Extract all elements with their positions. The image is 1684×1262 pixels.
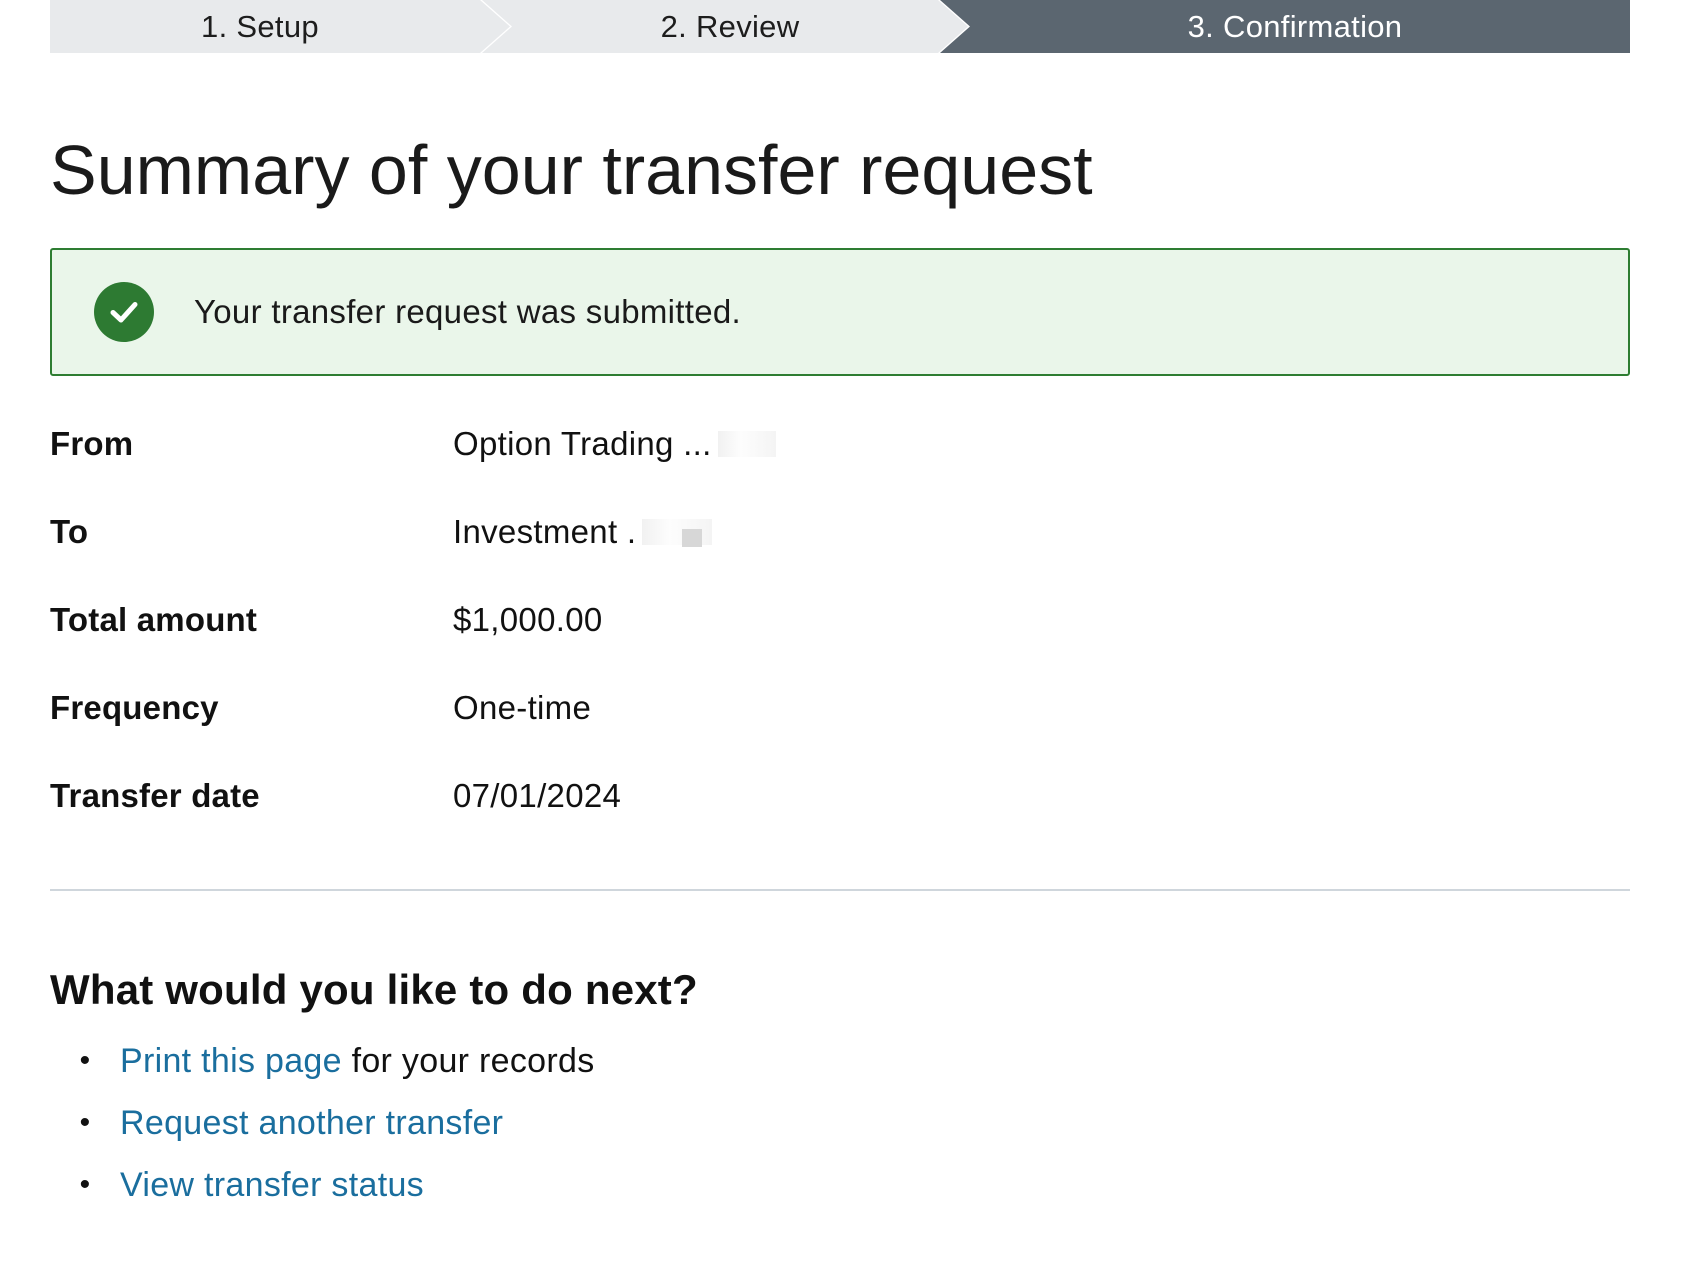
list-item: • Print this page for your records	[50, 1030, 595, 1092]
detail-value: Option Trading ...	[453, 425, 776, 463]
step-label: 2. Review	[660, 8, 800, 44]
detail-row-to: To Investment .	[50, 488, 1630, 576]
step-setup: 1. Setup	[50, 0, 510, 53]
next-steps-heading: What would you like to do next?	[50, 966, 698, 1013]
checkmark-glyph	[110, 302, 138, 323]
step-label: 1. Setup	[201, 8, 319, 44]
detail-label: Total amount	[50, 601, 258, 638]
request-another-transfer-link[interactable]: Request another transfer	[120, 1104, 503, 1143]
section-divider	[50, 889, 1630, 891]
list-item: • Request another transfer	[50, 1092, 595, 1154]
step-review: 2. Review	[482, 0, 968, 53]
detail-value: 07/01/2024	[453, 777, 622, 814]
bullet-icon: •	[79, 1044, 91, 1077]
banner-message: Your transfer request was submitted.	[194, 293, 742, 330]
detail-row-total-amount: Total amount $1,000.00	[50, 576, 1630, 664]
bullet-icon: •	[79, 1168, 91, 1201]
view-transfer-status-link[interactable]: View transfer status	[120, 1166, 424, 1205]
list-item: • View transfer status	[50, 1154, 595, 1216]
step-label: 3. Confirmation	[1187, 8, 1403, 44]
redacted-account-number	[642, 519, 713, 547]
transfer-details: From Option Trading ... To Investment . …	[50, 400, 1630, 840]
print-page-suffix: for your records	[341, 1041, 595, 1080]
detail-label: Frequency	[50, 689, 219, 726]
detail-value: One-time	[453, 689, 592, 726]
detail-value: $1,000.00	[453, 601, 603, 638]
transfer-confirmation-page: 1. Setup 2. Review 3. Confirmation Summa…	[50, 0, 1630, 1204]
page-title: Summary of your transfer request	[50, 131, 1093, 209]
step-confirmation: 3. Confirmation	[940, 0, 1630, 53]
detail-label: To	[50, 513, 89, 550]
detail-row-transfer-date: Transfer date 07/01/2024	[50, 752, 1630, 840]
detail-label: Transfer date	[50, 777, 260, 814]
redacted-account-number	[717, 431, 776, 457]
detail-label: From	[50, 425, 134, 462]
detail-row-from: From Option Trading ...	[50, 400, 1630, 488]
next-steps-list: • Print this page for your records • Req…	[50, 1030, 595, 1216]
bullet-icon: •	[79, 1106, 91, 1139]
success-banner: Your transfer request was submitted.	[50, 248, 1630, 376]
progress-stepper: 1. Setup 2. Review 3. Confirmation	[50, 0, 1630, 53]
detail-value: Investment .	[453, 513, 713, 551]
print-page-link[interactable]: Print this page	[120, 1042, 342, 1081]
to-account-name: Investment .	[453, 513, 637, 550]
detail-row-frequency: Frequency One-time	[50, 664, 1630, 752]
check-circle-icon	[94, 282, 154, 342]
from-account-name: Option Trading ...	[453, 425, 712, 462]
